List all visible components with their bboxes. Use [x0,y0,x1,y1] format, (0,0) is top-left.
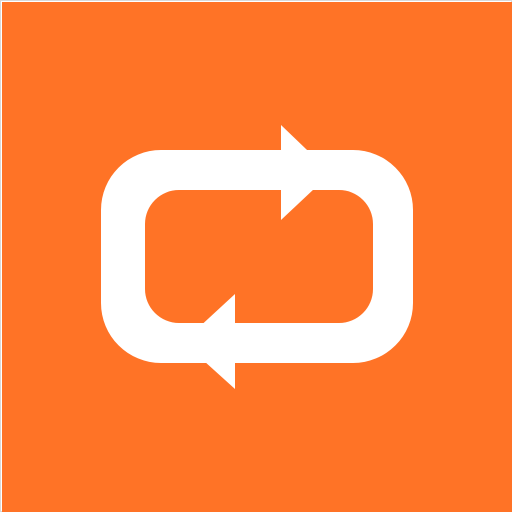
repeat-arrow-head-top [281,125,331,220]
repeat-icon [101,125,413,389]
repeat-arrow-head-bottom [183,294,235,389]
app-icon[interactable] [0,0,512,512]
repeat-loop-shape [101,150,413,363]
